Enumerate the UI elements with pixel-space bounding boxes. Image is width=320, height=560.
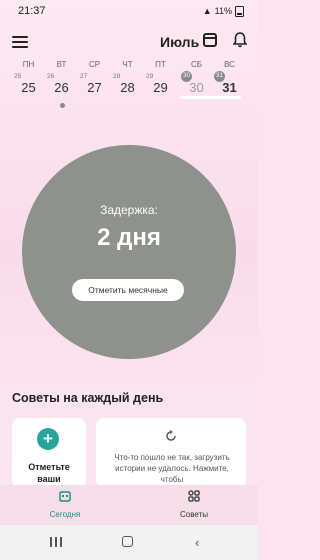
signal-icon: ▲ — [202, 6, 212, 16]
day-small-number: 30 — [181, 71, 192, 82]
today-dot — [60, 103, 65, 108]
status-bar: 21:37 ▲ 11% — [0, 0, 258, 22]
day-small-number: 31 — [214, 71, 225, 82]
day-wed[interactable]: СР 27 27 — [78, 60, 111, 95]
day-number: 26 — [54, 80, 69, 95]
delay-label: Задержка: — [100, 203, 158, 217]
log-period-button[interactable]: Отметить месячные — [72, 279, 184, 301]
day-number: 27 — [87, 80, 102, 95]
day-small-number: 27 — [80, 73, 88, 80]
nav-tips[interactable]: Советы — [154, 489, 234, 519]
nav-today-label: Сегодня — [49, 510, 81, 519]
system-nav-bar: ‹ — [0, 525, 258, 560]
bottom-nav: Сегодня Советы — [0, 485, 258, 525]
status-time: 21:37 — [18, 5, 46, 17]
day-tue[interactable]: ВТ 26 26 — [45, 60, 78, 95]
reload-icon[interactable] — [165, 430, 177, 442]
day-number: 28 — [120, 80, 135, 95]
cycle-status-circle: Задержка: 2 дня Отметить месячные — [22, 145, 236, 359]
day-small-number: 26 — [47, 73, 55, 80]
day-sat[interactable]: СБ 30 30 — [180, 60, 213, 95]
day-small-number: 29 — [146, 73, 154, 80]
weekday-label: СР — [88, 60, 101, 69]
calendar-icon[interactable] — [203, 33, 217, 47]
day-number: 29 — [153, 80, 168, 95]
weekday-label: ВТ — [56, 60, 67, 69]
selected-range-bar — [180, 96, 241, 99]
day-small-number: 25 — [14, 73, 22, 80]
tip-card-log-text: Отметьте ваши — [28, 462, 70, 484]
status-icons: ▲ 11% — [202, 5, 244, 17]
recent-apps-icon[interactable] — [50, 537, 62, 547]
day-number: 31 — [222, 80, 237, 95]
day-sun[interactable]: ВС 31 31 — [213, 60, 246, 95]
error-message: Что-то пошло не так, загрузить истории н… — [114, 453, 230, 484]
weekday-label: ЧТ — [122, 60, 133, 69]
grid-icon — [188, 490, 200, 502]
week-strip: ПН 25 25 ВТ 26 26 СР 27 27 ЧТ 28 28 ПТ 2… — [0, 60, 258, 112]
back-icon[interactable]: ‹ — [195, 535, 199, 550]
delay-value: 2 дня — [97, 224, 161, 251]
app-bar: Июль — [0, 28, 258, 58]
home-icon[interactable] — [122, 536, 133, 547]
plus-icon: + — [37, 428, 59, 450]
day-small-number: 28 — [113, 73, 121, 80]
battery-percent: 11% — [214, 6, 232, 16]
nav-today[interactable]: Сегодня — [25, 489, 105, 519]
tip-card-log[interactable]: + Отметьте ваши — [12, 418, 86, 488]
tip-card-error[interactable]: Что-то пошло не так, загрузить истории н… — [96, 418, 246, 488]
nav-tips-label: Советы — [180, 510, 208, 519]
tips-title: Советы на каждый день — [12, 391, 164, 405]
weekday-label: ПТ — [155, 60, 166, 69]
bell-icon[interactable] — [233, 32, 247, 48]
day-number: 30 — [189, 80, 204, 95]
battery-icon — [235, 5, 244, 17]
day-thu[interactable]: ЧТ 28 28 — [111, 60, 144, 95]
day-number: 25 — [21, 80, 36, 95]
menu-icon[interactable] — [12, 36, 28, 48]
weekday-label: ВС — [224, 60, 235, 69]
month-title[interactable]: Июль — [160, 34, 199, 50]
day-mon[interactable]: ПН 25 25 — [12, 60, 45, 95]
weekday-label: ПН — [22, 60, 35, 69]
calendar-today-icon — [59, 491, 71, 502]
weekday-label: СБ — [190, 60, 203, 69]
day-fri[interactable]: ПТ 29 29 — [144, 60, 177, 95]
